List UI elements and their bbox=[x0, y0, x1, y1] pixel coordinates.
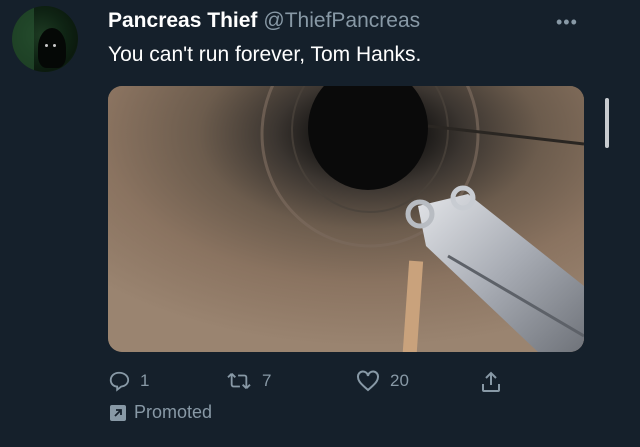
heart-icon bbox=[357, 370, 379, 392]
tweet-text: You can't run forever, Tom Hanks. bbox=[108, 43, 422, 66]
author-avatar[interactable] bbox=[12, 6, 78, 72]
reply-button[interactable]: 1 bbox=[108, 370, 149, 392]
avatar-eye-right bbox=[53, 44, 56, 47]
avatar-eye-left bbox=[45, 44, 48, 47]
author-handle[interactable]: @ThiefPancreas bbox=[263, 9, 420, 32]
avatar-background bbox=[12, 6, 34, 72]
retweet-count: 7 bbox=[262, 371, 272, 390]
author-name[interactable]: Pancreas Thief bbox=[108, 9, 257, 32]
retweet-button[interactable]: 7 bbox=[226, 370, 271, 392]
reply-count: 1 bbox=[140, 371, 150, 390]
avatar-figure bbox=[38, 28, 66, 68]
promoted-text: Promoted bbox=[134, 402, 213, 422]
share-icon bbox=[482, 371, 500, 392]
more-options-icon[interactable]: ••• bbox=[556, 12, 578, 33]
scrollbar[interactable] bbox=[605, 98, 609, 148]
promoted-label[interactable]: Promoted bbox=[110, 402, 212, 423]
tunnel-photo bbox=[108, 86, 584, 352]
reply-icon bbox=[109, 371, 130, 392]
tweet-header: Pancreas Thief @ThiefPancreas bbox=[108, 9, 420, 33]
like-button[interactable]: 20 bbox=[356, 370, 409, 392]
tweet-actions: 1 7 20 bbox=[108, 370, 508, 394]
tweet-media-image[interactable] bbox=[108, 86, 584, 352]
retweet-icon bbox=[227, 373, 251, 389]
share-button[interactable] bbox=[480, 370, 512, 394]
like-count: 20 bbox=[390, 371, 409, 390]
promoted-arrow-icon bbox=[110, 404, 126, 421]
